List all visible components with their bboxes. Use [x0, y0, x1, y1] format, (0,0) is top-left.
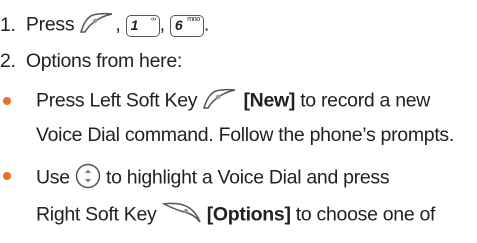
bullet-text: Right Soft Key: [36, 203, 157, 226]
separator: ,: [115, 13, 121, 36]
step-number: 1.: [0, 13, 16, 36]
bullet-2-line-1: Use to highlight a Voice Dial and press: [36, 163, 390, 194]
step-text: Press: [25, 13, 75, 36]
navigation-key-icon: [75, 163, 101, 194]
step-text: Options from here:: [25, 50, 183, 72]
bullet-dot: [3, 172, 11, 180]
step-number: 2.: [0, 50, 16, 72]
key-1-icon: 1 ∞: [125, 14, 160, 37]
bullet-text: Press Left Soft Key: [36, 89, 198, 112]
step-1: 1. Press , 1 ∞, 6 mno.: [0, 12, 209, 39]
period: .: [203, 13, 210, 36]
bullet-text: to highlight a Voice Dial and press: [106, 166, 390, 189]
left-softkey-icon: [202, 88, 238, 115]
manual-page: 1. Press , 1 ∞, 6 mno. 2. Options from her…: [0, 0, 477, 243]
bullet-text: to record a new: [300, 89, 431, 112]
bullet-1-line-1: Press Left Soft Key [New] to record a ne…: [36, 88, 430, 115]
bullet-2-line-2: Right Soft Key [Options] to choose one o…: [36, 201, 435, 230]
bullet-dot: [3, 97, 11, 105]
softkey-label: [New]: [243, 89, 296, 112]
right-softkey-icon: [161, 201, 202, 230]
bullet-text: to choose one of: [295, 203, 436, 226]
separator: ,: [159, 13, 165, 36]
key-6-icon: 6 mno: [169, 14, 204, 37]
bullet-text: Voice Dial command. Follow the phone’s p…: [36, 124, 455, 146]
softkey-label: [Options]: [206, 203, 291, 226]
left-softkey-icon: [79, 12, 115, 39]
bullet-1-line-2: Voice Dial command. Follow the phone’s p…: [36, 124, 454, 146]
step-2: 2. Options from here:: [0, 50, 182, 72]
bullet-text: Use: [36, 166, 70, 189]
